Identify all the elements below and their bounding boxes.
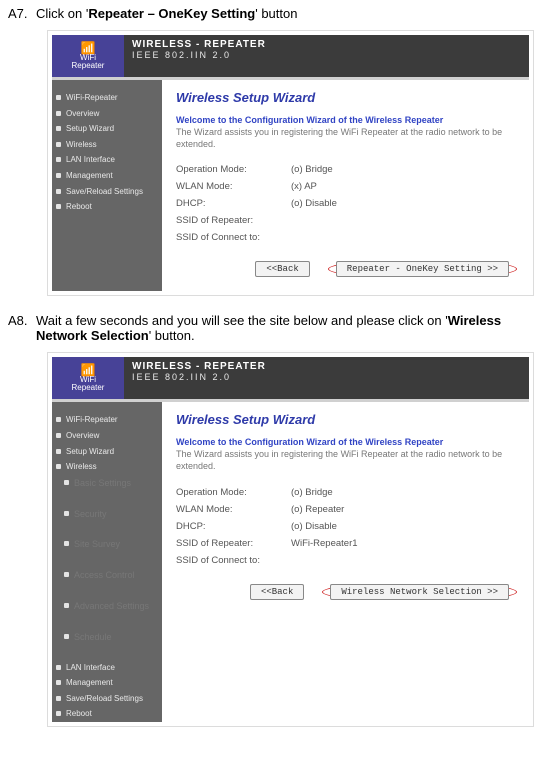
sidebar-item[interactable]: WiFi-Repeater	[52, 412, 162, 428]
step-before: Click on '	[36, 6, 88, 21]
sidebar-nav: WiFi-RepeaterOverviewSetup WizardWireles…	[52, 402, 162, 722]
form-value: (o) Bridge	[291, 487, 517, 498]
sidebar-item[interactable]: WiFi-Repeater	[52, 90, 162, 106]
sidebar-item[interactable]: Wireless	[52, 137, 162, 153]
sidebar-item[interactable]: Reboot	[52, 706, 162, 722]
form-label: SSID of Repeater:	[176, 538, 291, 549]
form-row: WLAN Mode:(o) Repeater	[176, 504, 517, 515]
sidebar-item[interactable]: Overview	[52, 106, 162, 122]
sidebar-nav: WiFi-RepeaterOverviewSetup WizardWireles…	[52, 80, 162, 291]
form-label: Operation Mode:	[176, 164, 291, 175]
form-row: Operation Mode:(o) Bridge	[176, 487, 517, 498]
sidebar-item[interactable]: Setup Wizard	[52, 444, 162, 460]
wireless-network-selection-button[interactable]: Wireless Network Selection >>	[330, 584, 509, 600]
step-text: Click on 'Repeater – OneKey Setting' but…	[36, 6, 533, 21]
header-title: WIRELESS - REPEATER IEEE 802.IIN 2.0	[124, 357, 274, 399]
form-label: WLAN Mode:	[176, 504, 291, 515]
header-line2: IEEE 802.IIN 2.0	[132, 50, 266, 60]
wizard-welcome: Welcome to the Configuration Wizard of t…	[176, 115, 517, 125]
form-value: (o) Disable	[291, 198, 517, 209]
form-row: SSID of Repeater:WiFi-Repeater1	[176, 538, 517, 549]
form-row: DHCP:(o) Disable	[176, 521, 517, 532]
form-row: SSID of Connect to:	[176, 232, 517, 243]
form-label: DHCP:	[176, 521, 291, 532]
sidebar-item[interactable]: Save/Reload Settings	[52, 184, 162, 200]
logo-text-bottom: Repeater	[72, 384, 105, 392]
form-row: DHCP:(o) Disable	[176, 198, 517, 209]
step-text: Wait a few seconds and you will see the …	[36, 313, 533, 343]
form-label: WLAN Mode:	[176, 181, 291, 192]
sidebar-subitem[interactable]: Access Control	[52, 567, 162, 584]
header-line2: IEEE 802.IIN 2.0	[132, 372, 266, 382]
highlight-oval: Wireless Network Selection >>	[322, 584, 517, 600]
sidebar-subitem[interactable]: Advanced Settings	[52, 598, 162, 615]
sidebar-subitem[interactable]: Basic Settings	[52, 475, 162, 492]
header-line1: WIRELESS - REPEATER	[132, 39, 266, 50]
form-row: SSID of Connect to:	[176, 555, 517, 566]
screenshot-a8: 📶 WiFi Repeater WIRELESS - REPEATER IEEE…	[48, 353, 533, 726]
sidebar-item[interactable]: Setup Wizard	[52, 121, 162, 137]
step-after: ' button	[255, 6, 297, 21]
sidebar-item[interactable]: Overview	[52, 428, 162, 444]
form-label: SSID of Connect to:	[176, 555, 291, 566]
sidebar-item[interactable]: Management	[52, 675, 162, 691]
header-line1: WIRELESS - REPEATER	[132, 361, 266, 372]
form-value	[291, 215, 517, 226]
sidebar-subitem[interactable]: Security	[52, 506, 162, 523]
wizard-title: Wireless Setup Wizard	[176, 90, 517, 105]
form-label: Operation Mode:	[176, 487, 291, 498]
form-value: (o) Repeater	[291, 504, 517, 515]
sidebar-item[interactable]: Save/Reload Settings	[52, 691, 162, 707]
form-label: SSID of Connect to:	[176, 232, 291, 243]
form-label: DHCP:	[176, 198, 291, 209]
back-button[interactable]: <<Back	[250, 584, 304, 600]
sidebar-item[interactable]: Reboot	[52, 199, 162, 215]
form-label: SSID of Repeater:	[176, 215, 291, 226]
form-row: WLAN Mode:(x) AP	[176, 181, 517, 192]
step-id: A8.	[8, 313, 36, 328]
form-value: (o) Disable	[291, 521, 517, 532]
sidebar-item[interactable]: Management	[52, 168, 162, 184]
back-button[interactable]: <<Back	[255, 261, 309, 277]
screenshot-a7: 📶 WiFi Repeater WIRELESS - REPEATER IEEE…	[48, 31, 533, 295]
logo-text-bottom: Repeater	[72, 62, 105, 70]
step-id: A7.	[8, 6, 36, 21]
sidebar-subitem[interactable]: Schedule	[52, 629, 162, 646]
form-value: (o) Bridge	[291, 164, 517, 175]
sidebar-item[interactable]: Wireless	[52, 459, 162, 475]
highlight-oval: Repeater - OneKey Setting >>	[328, 261, 517, 277]
sidebar-item[interactable]: LAN Interface	[52, 660, 162, 676]
form-value: WiFi-Repeater1	[291, 538, 517, 549]
logo: 📶 WiFi Repeater	[52, 357, 124, 399]
step-before: Wait a few seconds and you will see the …	[36, 313, 448, 328]
step-bold: Repeater – OneKey Setting	[88, 6, 255, 21]
form-row: SSID of Repeater:	[176, 215, 517, 226]
wizard-desc: The Wizard assists you in registering th…	[176, 127, 517, 150]
sidebar-subitem[interactable]: Site Survey	[52, 536, 162, 553]
step-after: ' button.	[149, 328, 195, 343]
form-row: Operation Mode:(o) Bridge	[176, 164, 517, 175]
sidebar-item[interactable]: LAN Interface	[52, 152, 162, 168]
form-value: (x) AP	[291, 181, 517, 192]
form-value	[291, 232, 517, 243]
wizard-title: Wireless Setup Wizard	[176, 412, 517, 427]
form-value	[291, 555, 517, 566]
wizard-welcome: Welcome to the Configuration Wizard of t…	[176, 437, 517, 447]
repeater-onekey-button[interactable]: Repeater - OneKey Setting >>	[336, 261, 509, 277]
logo: 📶 WiFi Repeater	[52, 35, 124, 77]
wizard-desc: The Wizard assists you in registering th…	[176, 449, 517, 472]
header-title: WIRELESS - REPEATER IEEE 802.IIN 2.0	[124, 35, 274, 77]
